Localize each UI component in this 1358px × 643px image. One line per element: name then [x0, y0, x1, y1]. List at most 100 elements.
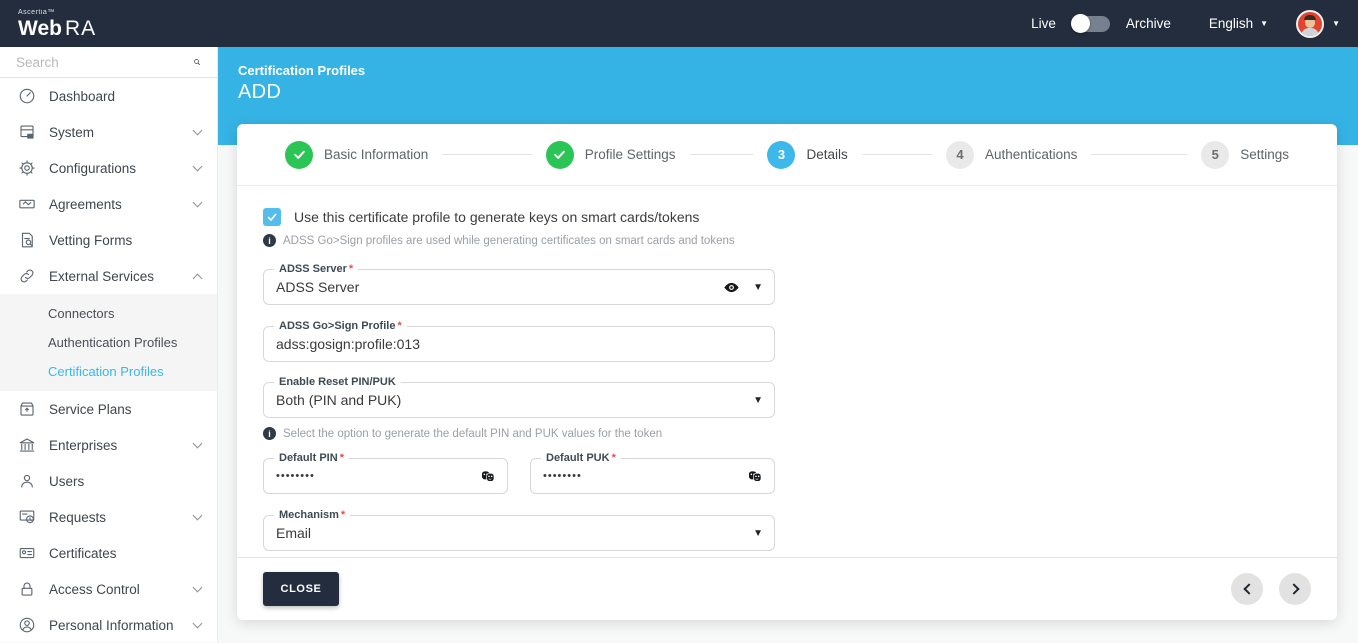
sidebar-item-personal-information[interactable]: Personal Information	[0, 607, 217, 643]
sidebar-item-enterprises[interactable]: Enterprises	[0, 427, 217, 463]
sidebar-item-access-control[interactable]: Access Control	[0, 571, 217, 607]
next-step-button[interactable]	[1279, 573, 1311, 605]
brand-logo[interactable]: Ascertia™ WebRA	[0, 9, 96, 39]
adss-server-value[interactable]: ADSS Server	[264, 270, 774, 304]
search-input[interactable]	[16, 55, 193, 70]
person-circle-icon	[18, 616, 36, 634]
pin-puk-row: Default PIN* •••••••• Default PUK* •••••…	[263, 458, 1311, 494]
default-pin-field[interactable]: Default PIN* ••••••••	[263, 458, 508, 494]
smartcard-checkbox-row: Use this certificate profile to generate…	[263, 208, 1311, 226]
sidebar-item-authentication-profiles[interactable]: Authentication Profiles	[0, 328, 217, 357]
topbar: Ascertia™ WebRA Live Archive English ▼ ▼	[0, 0, 1358, 47]
eye-icon[interactable]	[723, 279, 740, 296]
default-pin-value[interactable]: ••••••••	[264, 459, 507, 493]
field-label: Default PIN*	[274, 452, 349, 464]
reset-pin-puk-field[interactable]: Enable Reset PIN/PUK Both (PIN and PUK) …	[263, 382, 775, 418]
step-connector	[1091, 154, 1187, 156]
chevron-right-icon	[1288, 583, 1299, 594]
language-label: English	[1209, 16, 1253, 31]
sidebar-item-users[interactable]: Users	[0, 463, 217, 499]
avatar[interactable]	[1296, 10, 1324, 38]
smartcard-checkbox[interactable]	[263, 208, 281, 226]
sidebar-item-system[interactable]: System	[0, 114, 217, 150]
required-mark: *	[341, 509, 345, 521]
live-archive-toggle[interactable]	[1072, 16, 1110, 32]
sidebar-item-certification-profiles[interactable]: Certification Profiles	[0, 357, 217, 386]
step-basic-information[interactable]: Basic Information	[285, 141, 428, 169]
chevron-down-icon	[193, 198, 203, 208]
breadcrumb: Certification Profiles	[238, 63, 365, 78]
avatar-hair	[1304, 15, 1316, 20]
sidebar-item-certificates[interactable]: Certificates	[0, 535, 217, 571]
sidebar-item-label: External Services	[49, 269, 194, 284]
chevron-down-icon: ▼	[1332, 19, 1340, 28]
details-form: Use this certificate profile to generate…	[237, 186, 1337, 557]
gosign-profile-value[interactable]: adss:gosign:profile:013	[264, 327, 774, 361]
dropdown-arrow-icon[interactable]: ▼	[753, 282, 763, 293]
field-label: Enable Reset PIN/PUK	[274, 376, 401, 388]
masks-icon[interactable]	[480, 468, 496, 484]
wizard-nav	[1231, 573, 1311, 605]
sidebar-item-dashboard[interactable]: Dashboard	[0, 78, 217, 114]
default-puk-value[interactable]: ••••••••	[531, 459, 774, 493]
step-settings[interactable]: 5 Settings	[1201, 141, 1289, 169]
lock-icon	[18, 580, 36, 598]
dropdown-arrow-icon[interactable]: ▼	[753, 528, 763, 539]
handshake-icon	[18, 195, 36, 213]
required-mark: *	[397, 320, 401, 332]
user-menu[interactable]: ▼	[1296, 10, 1340, 38]
dropdown-arrow-icon[interactable]: ▼	[753, 395, 763, 406]
bank-icon	[18, 436, 36, 454]
sidebar-item-label: Certificates	[49, 546, 201, 561]
sidebar-item-service-plans[interactable]: Service Plans	[0, 391, 217, 427]
brand-small-text: Ascertia™	[18, 9, 96, 16]
sidebar-search	[0, 47, 217, 78]
sidebar-item-agreements[interactable]: Agreements	[0, 186, 217, 222]
sidebar-item-configurations[interactable]: Configurations	[0, 150, 217, 186]
chevron-down-icon	[193, 511, 203, 521]
chevron-left-icon	[1243, 583, 1254, 594]
required-mark: *	[340, 452, 344, 464]
step-label: Settings	[1240, 147, 1289, 162]
sidebar-item-vetting-forms[interactable]: Vetting Forms	[0, 222, 217, 258]
sidebar: Dashboard System Configurations Agreemen…	[0, 47, 218, 642]
sidebar-item-label: System	[49, 125, 194, 140]
masks-icon[interactable]	[747, 468, 763, 484]
sidebar-item-requests[interactable]: Requests	[0, 499, 217, 535]
previous-step-button[interactable]	[1231, 573, 1263, 605]
field-label: ADSS Server*	[274, 263, 358, 275]
sidebar-item-external-services[interactable]: External Services	[0, 258, 217, 294]
step-authentications[interactable]: 4 Authentications	[946, 141, 1077, 169]
gear-icon	[18, 159, 36, 177]
reset-pin-puk-value[interactable]: Both (PIN and PUK)	[264, 383, 774, 417]
chevron-down-icon: ▼	[1260, 19, 1268, 28]
chevron-down-icon	[193, 619, 203, 629]
chevron-down-icon	[193, 439, 203, 449]
default-puk-field[interactable]: Default PUK* ••••••••	[530, 458, 775, 494]
step-profile-settings[interactable]: Profile Settings	[546, 141, 676, 169]
mechanism-value[interactable]: Email	[264, 516, 774, 550]
package-icon	[18, 400, 36, 418]
sidebar-item-label: Access Control	[49, 582, 194, 597]
field-label: ADSS Go>Sign Profile*	[274, 320, 407, 332]
brand-title: WebRA	[18, 17, 96, 40]
sidebar-item-label: Service Plans	[49, 402, 201, 417]
person-icon	[18, 472, 36, 490]
adss-server-field[interactable]: ADSS Server* ADSS Server ▼	[263, 269, 775, 305]
step-details[interactable]: 3 Details	[767, 141, 847, 169]
language-selector[interactable]: English ▼	[1209, 16, 1268, 31]
sidebar-item-connectors[interactable]: Connectors	[0, 299, 217, 328]
search-icon[interactable]	[193, 54, 201, 70]
wizard-stepper: Basic Information Profile Settings 3 Det…	[237, 124, 1337, 186]
sidebar-item-label: Configurations	[49, 161, 194, 176]
close-button[interactable]: CLOSE	[263, 572, 339, 606]
toggle-knob[interactable]	[1071, 14, 1090, 33]
step-done-check-icon	[285, 141, 313, 169]
wizard-card: Basic Information Profile Settings 3 Det…	[237, 124, 1337, 620]
mechanism-field[interactable]: Mechanism* Email ▼	[263, 515, 775, 551]
gosign-profile-field[interactable]: ADSS Go>Sign Profile* adss:gosign:profil…	[263, 326, 775, 362]
document-check-icon	[18, 231, 36, 249]
step-number-badge: 4	[946, 141, 974, 169]
topbar-controls: Live Archive English ▼ ▼	[1031, 0, 1340, 47]
archive-label: Archive	[1126, 16, 1171, 31]
